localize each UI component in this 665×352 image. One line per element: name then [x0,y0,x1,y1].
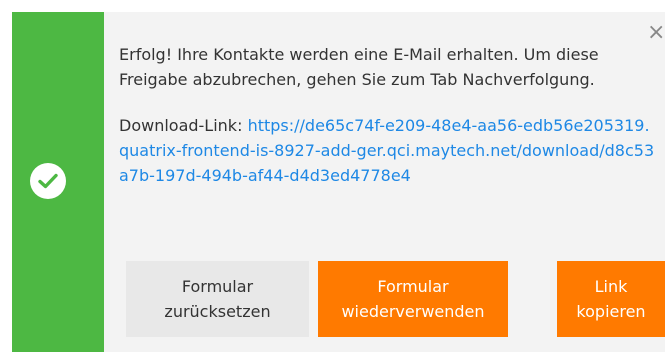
copy-link-label-line2: kopieren [576,302,646,321]
close-icon[interactable]: × [647,22,665,44]
success-notification: × Erfolg! Ihre Kontakte werden eine E-Ma… [12,12,665,352]
notification-body: Erfolg! Ihre Kontakte werden eine E-Mail… [119,42,655,188]
copy-link-button[interactable]: Link kopieren [557,261,665,337]
check-icon [30,163,66,199]
download-link-row: Download-Link: https://de65c74f-e209-48e… [119,113,655,188]
reuse-form-label-line2: wiederverwenden [341,302,485,321]
status-strip [12,12,104,352]
reset-form-label-line2: zurücksetzen [164,302,271,321]
reuse-form-button[interactable]: Formular wiederverwenden [318,261,508,337]
download-link-label: Download-Link: [119,116,243,135]
success-message: Erfolg! Ihre Kontakte werden eine E-Mail… [119,45,599,89]
reset-form-button[interactable]: Formular zurücksetzen [126,261,309,337]
reset-form-label-line1: Formular [181,277,254,296]
reuse-form-label-line1: Formular [377,277,449,296]
copy-link-label-line1: Link [594,277,628,296]
